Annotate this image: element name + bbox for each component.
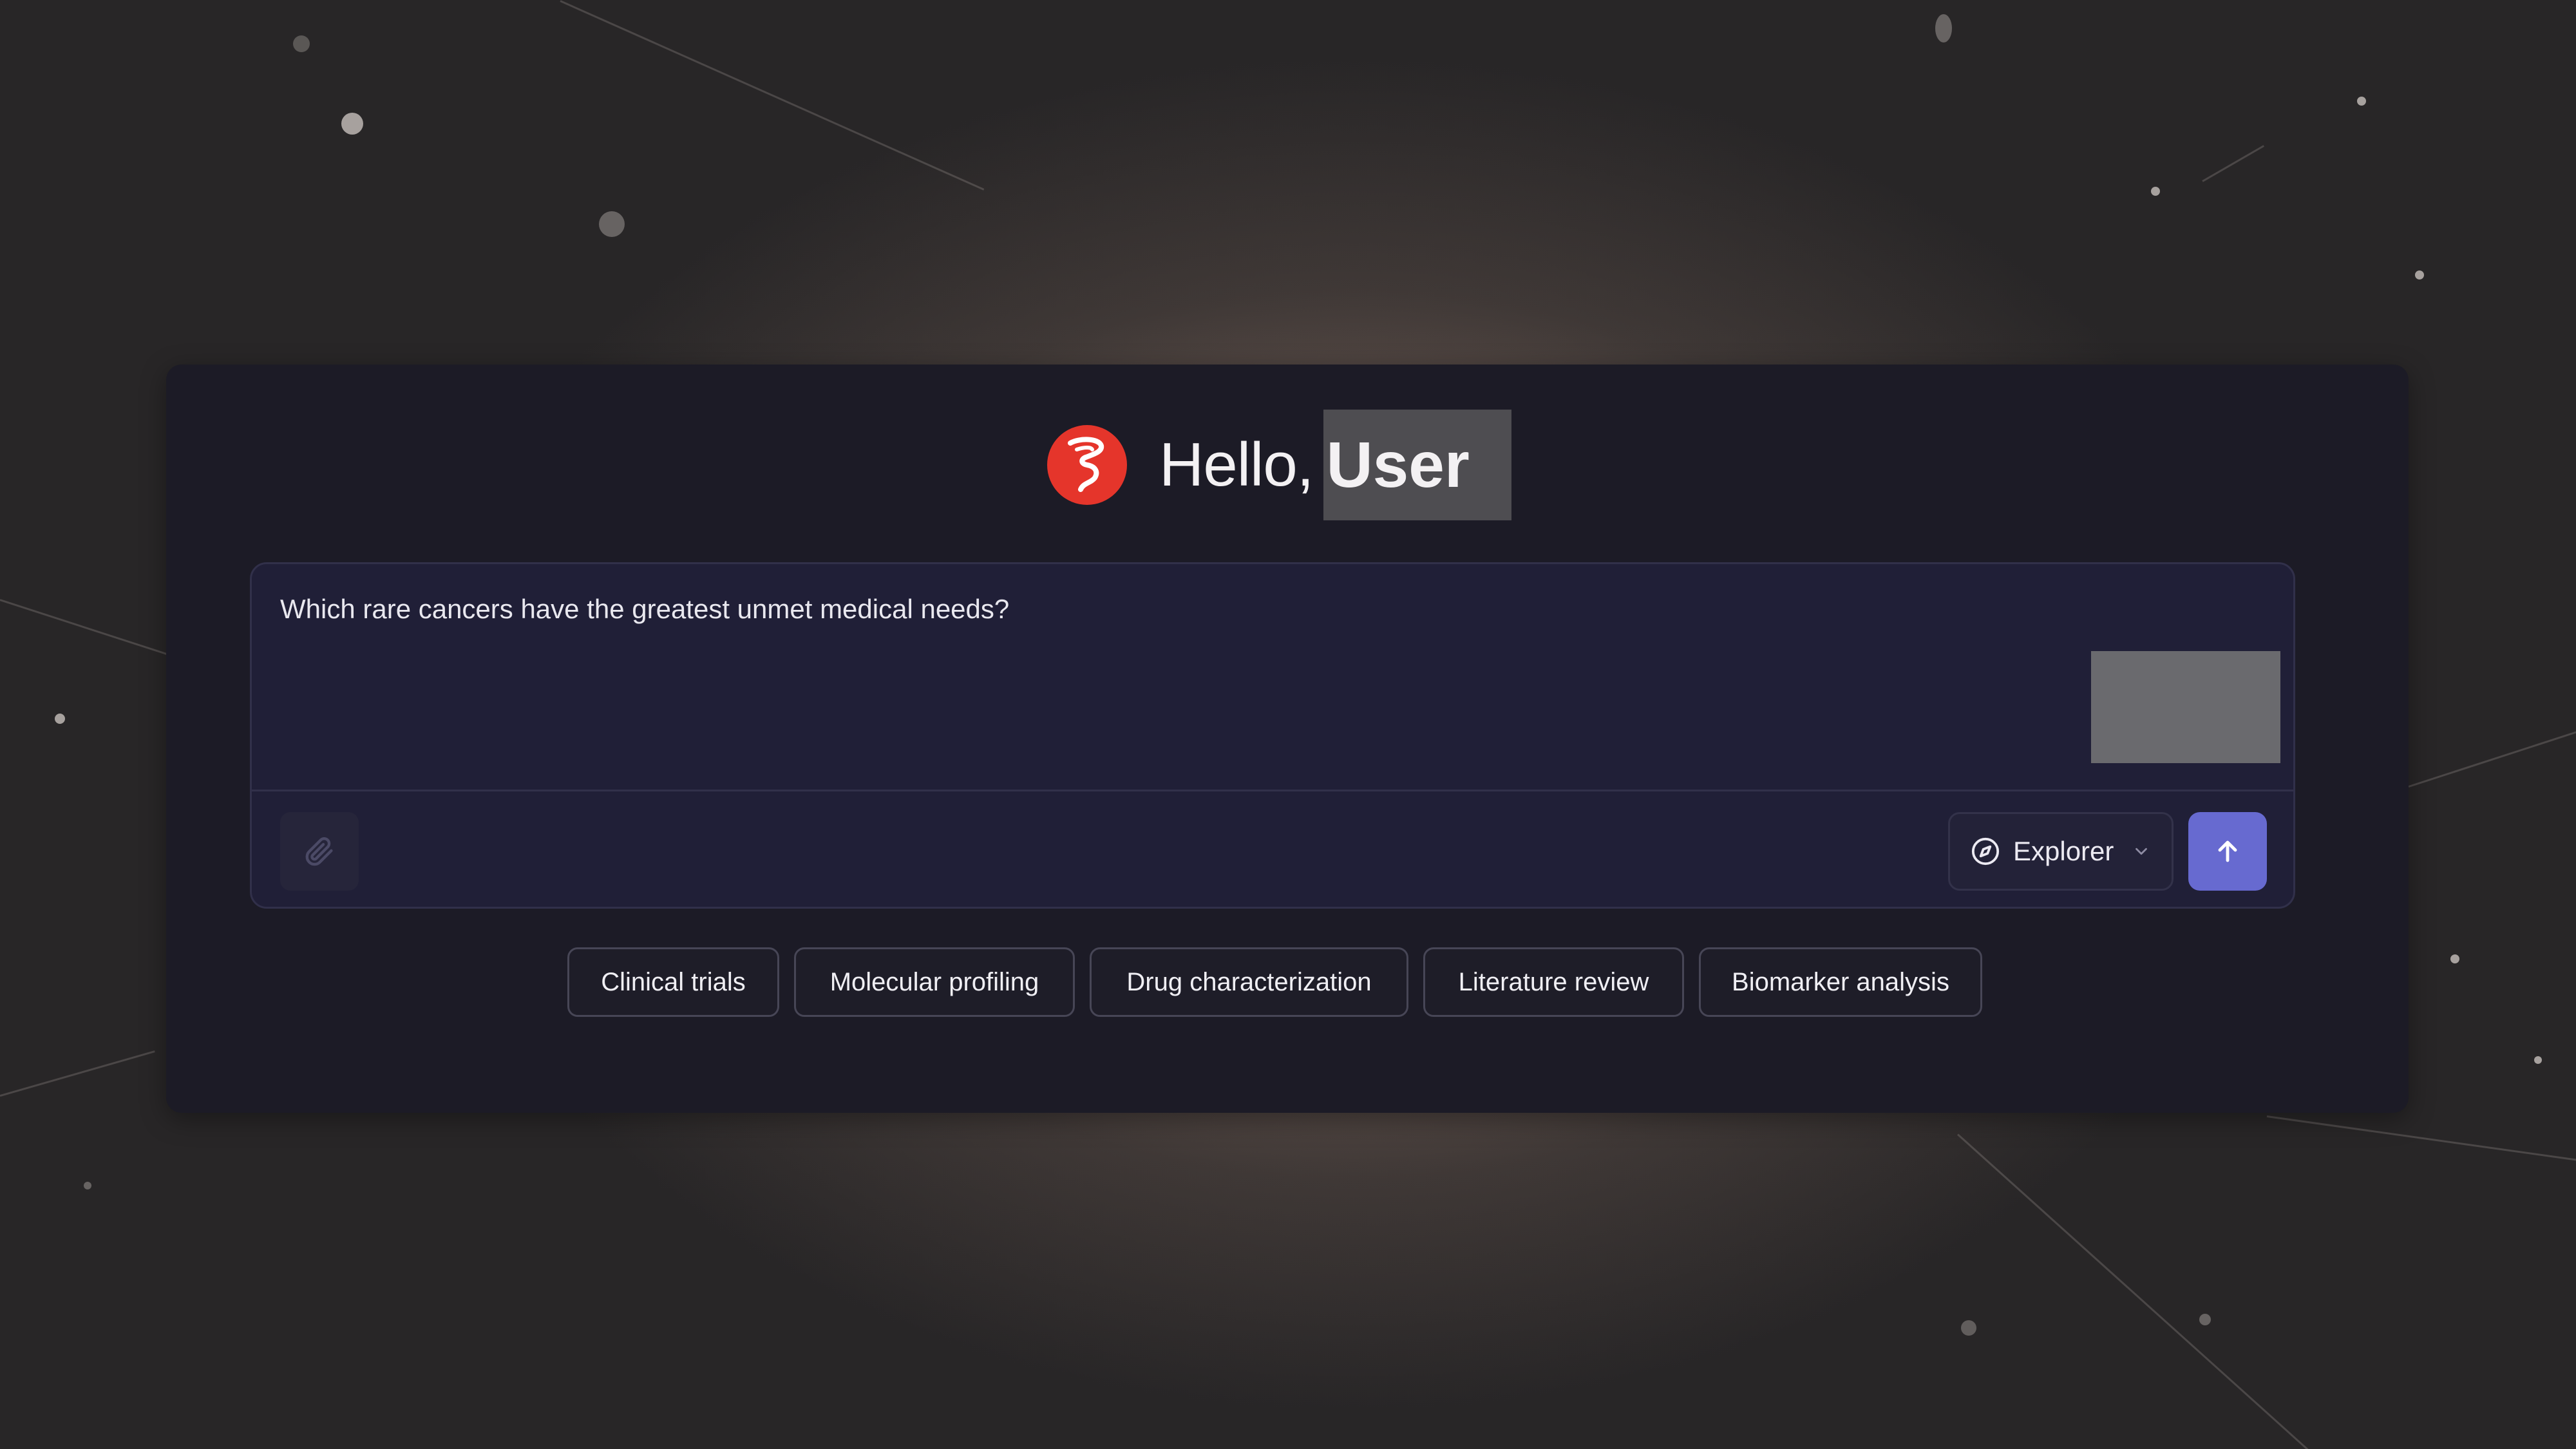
send-button[interactable] [2188, 812, 2267, 891]
background-particle [2450, 954, 2459, 963]
background-streak [2408, 726, 2576, 788]
background-particle [599, 211, 625, 237]
background-streak [560, 0, 985, 191]
background-particle [2534, 1056, 2542, 1064]
user-name-highlight: User [1323, 410, 1512, 520]
suggestion-chip-literature-review[interactable]: Literature review [1423, 947, 1684, 1017]
composer-divider [252, 790, 2293, 791]
background-streak [2266, 1115, 2576, 1164]
background-particle [1935, 14, 1952, 43]
redacted-block [2091, 651, 2280, 763]
compass-icon [1971, 837, 2000, 866]
background-particle [84, 1182, 91, 1189]
suggestion-chip-clinical-trials[interactable]: Clinical trials [567, 947, 779, 1017]
background-streak [0, 1050, 155, 1097]
greeting-header: Hello, User [1047, 410, 1512, 520]
background-particle [293, 35, 310, 52]
chevron-down-icon [2136, 848, 2148, 855]
suggestion-chip-molecular-profiling[interactable]: Molecular profiling [794, 947, 1075, 1017]
background-particle [2415, 270, 2424, 279]
suggestion-chip-biomarker-analysis[interactable]: Biomarker analysis [1699, 947, 1982, 1017]
query-composer: Which rare cancers have the greatest unm… [250, 562, 2295, 909]
mode-label: Explorer [2013, 836, 2114, 866]
user-name: User [1326, 428, 1470, 501]
background-particle [2199, 1314, 2211, 1325]
background-particle [1961, 1320, 1976, 1336]
query-input[interactable]: Which rare cancers have the greatest unm… [280, 594, 1009, 625]
background-particle [2151, 187, 2160, 196]
suggestion-chips: Clinical trials Molecular profiling Drug… [567, 947, 1982, 1017]
paperclip-icon [305, 837, 333, 866]
attach-button[interactable] [280, 812, 359, 891]
background-particle [341, 113, 363, 135]
background-particle [55, 714, 65, 724]
suggestion-chip-drug-characterization[interactable]: Drug characterization [1090, 947, 1408, 1017]
background-streak [2202, 145, 2265, 182]
background-streak [1956, 1133, 2371, 1449]
arrow-up-icon [2218, 840, 2237, 862]
brand-logo-icon [1047, 425, 1127, 505]
mode-selector[interactable]: Explorer [1948, 812, 2174, 891]
background-particle [2357, 97, 2366, 106]
greeting-text: Hello, [1159, 430, 1314, 499]
